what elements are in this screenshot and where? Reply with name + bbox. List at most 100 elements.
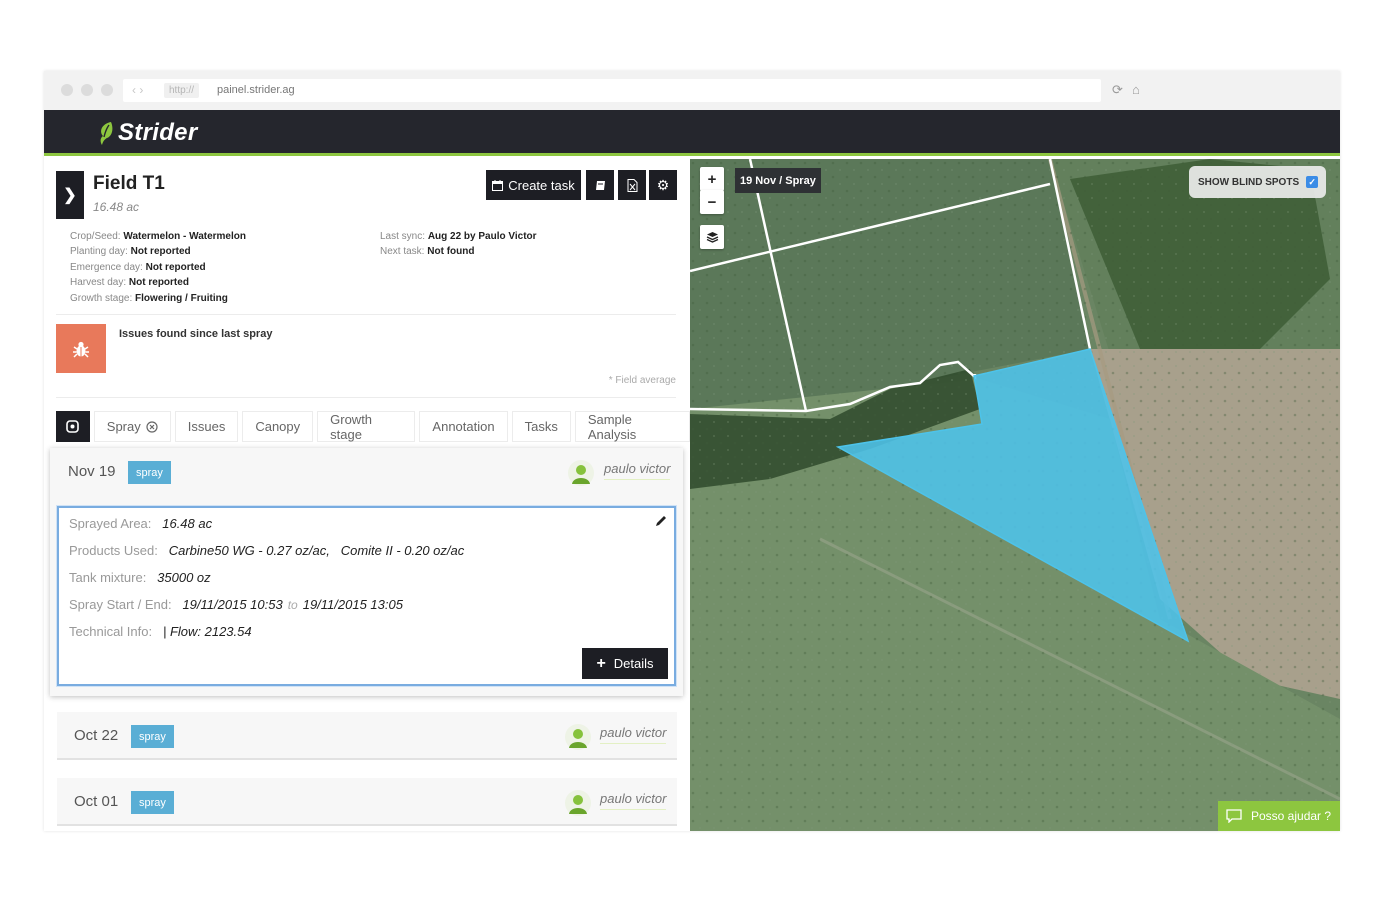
- tab-label: Growth stage: [330, 411, 373, 442]
- info-row-growth-stage: Growth stage: Flowering / Fruiting: [70, 292, 228, 304]
- info-row-emergence: Emergence day: Not reported: [70, 261, 206, 273]
- user-avatar-icon: [565, 790, 591, 816]
- export-excel-button[interactable]: [618, 170, 646, 200]
- issues-badge[interactable]: [56, 324, 106, 373]
- tab-canopy[interactable]: Canopy: [242, 411, 314, 442]
- strider-logo[interactable]: Strider: [97, 119, 197, 147]
- bug-icon: [73, 341, 89, 358]
- url-protocol: http://: [164, 83, 200, 98]
- user-avatar-icon: [568, 460, 594, 486]
- user-avatar-icon: [565, 724, 591, 750]
- window-close-dot[interactable]: [61, 84, 73, 96]
- tab-tasks[interactable]: Tasks: [511, 411, 571, 442]
- tab-label: Annotation: [432, 419, 495, 434]
- blind-spots-toggle[interactable]: SHOW BLIND SPOTS ✓: [1189, 166, 1326, 198]
- detail-row-products: Products Used: Carbine50 WG - 0.27 oz/ac…: [69, 543, 465, 558]
- field-average-note: * Field average: [608, 375, 676, 386]
- tab-issues[interactable]: Issues: [174, 411, 239, 442]
- details-button[interactable]: + Details: [582, 648, 668, 679]
- help-label: Posso ajudar ?: [1251, 809, 1332, 823]
- chat-icon: [1226, 809, 1242, 823]
- book-icon: [595, 180, 605, 190]
- leaf-logo-icon: [100, 122, 113, 145]
- window-maximize-dot[interactable]: [101, 84, 113, 96]
- tab-annotation[interactable]: Annotation: [419, 411, 508, 442]
- info-row-planting: Planting day: Not reported: [70, 246, 191, 258]
- zoom-in-button[interactable]: +: [700, 167, 724, 191]
- home-icon[interactable]: ⌂: [1132, 82, 1140, 97]
- plus-icon: +: [596, 654, 606, 672]
- detail-row-area: Sprayed Area: 16.48 ac: [69, 516, 213, 531]
- browser-window: ‹ › http:// painel.strider.ag ⟳ ⌂ Stride…: [44, 71, 1340, 831]
- edit-icon[interactable]: [654, 514, 668, 528]
- tab-spray[interactable]: Spray: [93, 411, 171, 442]
- toggle-icon: [66, 420, 80, 433]
- gear-icon: ⚙: [656, 176, 670, 193]
- info-row-harvest: Harvest day: Not reported: [70, 277, 189, 289]
- blind-spots-label: SHOW BLIND SPOTS: [1198, 176, 1300, 188]
- app-header: Strider: [44, 110, 1340, 156]
- tab-spray-label: Spray: [106, 419, 141, 434]
- event-tag: spray: [131, 725, 174, 748]
- tab-filter-toggle[interactable]: [56, 411, 90, 442]
- address-bar[interactable]: ‹ › http:// painel.strider.ag: [123, 79, 1101, 102]
- info-row-crop: Crop/Seed: Watermelon - Watermelon: [70, 231, 246, 242]
- tab-label: Tasks: [524, 419, 558, 434]
- detail-row-technical: Technical Info: | Flow: 2123.54: [69, 624, 252, 639]
- tab-growth-stage[interactable]: Growth stage: [317, 411, 416, 442]
- field-title: Field T1: [93, 173, 165, 194]
- divider: [56, 314, 676, 315]
- reload-icon[interactable]: ⟳: [1112, 82, 1123, 98]
- event-user[interactable]: paulo victor: [600, 791, 667, 810]
- event-date: Nov 19: [68, 463, 116, 480]
- spray-details: Sprayed Area: 16.48 ac Products Used: Ca…: [57, 506, 676, 686]
- detail-row-spray-time: Spray Start / End: 19/11/2015 10:53 to 19/…: [69, 597, 403, 612]
- event-date: Oct 01: [74, 793, 119, 810]
- brand-name: Strider: [118, 119, 198, 146]
- tab-sample-analysis[interactable]: Sample Analysis: [574, 411, 690, 442]
- layers-icon: [706, 232, 718, 243]
- create-task-button[interactable]: Create task: [486, 170, 581, 200]
- event-date: Oct 22: [74, 727, 119, 744]
- window-minimize-dot[interactable]: [81, 84, 93, 96]
- info-row-last-sync: Last sync: Aug 22 by Paulo Victor: [380, 231, 537, 242]
- tab-label: Issues: [187, 419, 226, 434]
- book-button[interactable]: [586, 170, 614, 200]
- close-circle-icon[interactable]: [146, 420, 158, 433]
- satellite-map[interactable]: + − 19 Nov / Spray SHOW BLIND SPOTS ✓ Po…: [690, 159, 1340, 831]
- expand-panel-button[interactable]: ❯: [56, 171, 84, 219]
- zoom-out-button[interactable]: −: [700, 190, 724, 214]
- divider: [56, 397, 676, 398]
- settings-button[interactable]: ⚙: [649, 170, 677, 200]
- create-task-label: Create task: [508, 177, 575, 193]
- field-info-right: Last sync: Aug 22 by Paulo Victor Next t…: [380, 229, 537, 260]
- map-date-label: 19 Nov / Spray: [735, 168, 821, 193]
- calendar-icon: [492, 179, 504, 191]
- layers-button[interactable]: [700, 225, 724, 249]
- event-user[interactable]: paulo victor: [600, 725, 667, 744]
- event-user[interactable]: paulo victor: [604, 461, 671, 480]
- event-card[interactable]: Oct 01 spray paulo victor: [57, 778, 677, 826]
- help-chat-button[interactable]: Posso ajudar ?: [1218, 801, 1340, 831]
- event-tag: spray: [128, 461, 171, 484]
- event-tabs: Spray Issues Canopy Growth stage Annotat…: [56, 411, 690, 442]
- map-imagery[interactable]: [690, 159, 1340, 831]
- detail-row-tank: Tank mixture: 35000 oz: [69, 570, 211, 585]
- field-info-left: Crop/Seed: Watermelon - Watermelon Plant…: [70, 229, 246, 306]
- issues-title: Issues found since last spray: [119, 328, 273, 340]
- tab-label: Sample Analysis: [587, 411, 637, 442]
- details-label: Details: [613, 656, 654, 671]
- event-tag: spray: [131, 791, 174, 814]
- field-area: 16.48 ac: [93, 200, 140, 214]
- field-panel: ❯ Field T1 16.48 ac Create task ⚙ Crop/S…: [44, 159, 690, 831]
- checkbox-checked-icon[interactable]: ✓: [1306, 176, 1319, 188]
- tab-label: Canopy: [255, 419, 301, 434]
- event-card-expanded[interactable]: Nov 19 spray paulo victor Sprayed Area: …: [50, 448, 683, 696]
- excel-icon: [627, 178, 637, 192]
- back-forward-icon[interactable]: ‹ ›: [132, 83, 143, 97]
- url-text[interactable]: painel.strider.ag: [217, 84, 295, 96]
- info-row-next-task: Next task: Not found: [380, 246, 475, 258]
- chevron-right-icon: ❯: [63, 187, 77, 204]
- browser-chrome: ‹ › http:// painel.strider.ag ⟳ ⌂: [44, 71, 1340, 110]
- event-card[interactable]: Oct 22 spray paulo victor: [57, 712, 677, 760]
